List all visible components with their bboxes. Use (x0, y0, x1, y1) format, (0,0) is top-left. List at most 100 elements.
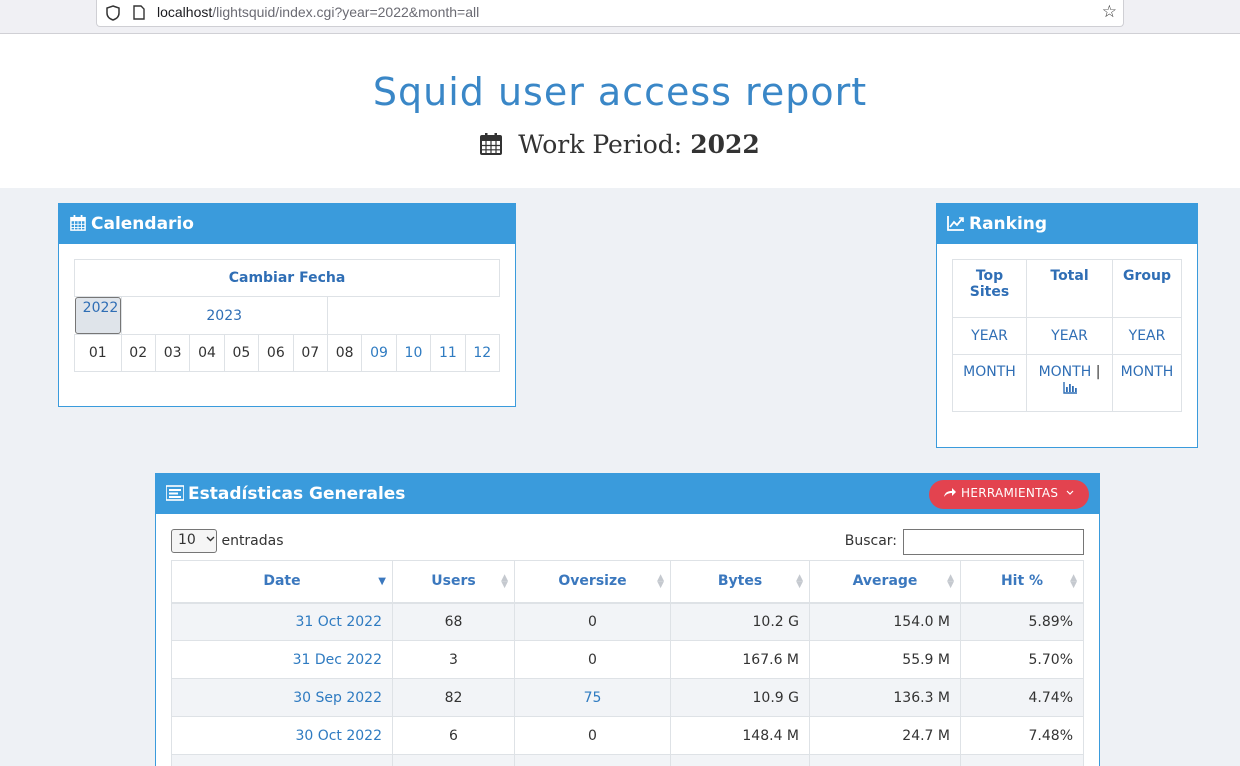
oversize-link[interactable]: 75 (514, 678, 671, 717)
ranking-title: Ranking (969, 214, 1048, 234)
users-cell: 6 (392, 716, 515, 755)
month-11-link[interactable]: 11 (430, 334, 466, 372)
report-header: Squid user access report Work Period: 20… (0, 34, 1240, 188)
month-12-link[interactable]: 12 (464, 334, 501, 372)
top-sites-month-link[interactable]: MONTH (952, 354, 1027, 412)
period-label: Work Period: (518, 130, 683, 159)
total-header: Total (1026, 259, 1113, 318)
calendar-panel-header: Calendario (59, 204, 515, 244)
browser-toolbar: localhost/lightsquid/index.cgi?year=2022… (0, 0, 1240, 34)
month-06: 06 (258, 334, 294, 372)
month-05: 05 (223, 334, 260, 372)
calendar-icon (480, 133, 503, 155)
empty-cell (392, 754, 515, 766)
group-header: Group (1112, 259, 1182, 318)
address-bar[interactable]: localhost/lightsquid/index.cgi?year=2022… (96, 0, 1124, 27)
bytes-cell: 167.6 M (670, 640, 810, 679)
calendar-title: Calendario (91, 214, 194, 234)
month-10-link[interactable]: 10 (395, 334, 432, 372)
page-icon[interactable] (133, 5, 145, 20)
sort-desc-icon: ▼ (378, 576, 386, 587)
col-average-header[interactable]: Average ▲ ▼ (809, 560, 961, 604)
table-row: 31 Dec 2022 3 0 167.6 M 55.9 M 5.70% (171, 640, 1084, 679)
year-2022-link[interactable]: 2022 (74, 297, 121, 334)
col-users-header[interactable]: Users ▲ ▼ (392, 560, 515, 604)
work-period: Work Period: 2022 (0, 130, 1240, 159)
table-row: 30 Oct 2022 6 0 148.4 M 24.7 M 7.48% (171, 716, 1084, 755)
month-03: 03 (154, 334, 191, 372)
search-input[interactable] (903, 529, 1084, 555)
users-cell: 68 (392, 602, 515, 641)
average-cell: 154.0 M (809, 602, 961, 641)
calendar-panel: Calendario Cambiar Fecha 2022 2023 01 02… (58, 203, 516, 407)
line-chart-icon (947, 216, 964, 231)
oversize-cell: 0 (514, 716, 671, 755)
tools-button[interactable]: HERRAMIENTAS (929, 480, 1089, 509)
page-size-select[interactable]: 10 (171, 529, 217, 553)
year-2023-link[interactable]: 2023 (120, 296, 328, 335)
col-bytes-label: Bytes (717, 573, 763, 590)
date-link[interactable]: 31 Dec 2022 (171, 640, 393, 679)
total-year-link[interactable]: YEAR (1026, 317, 1113, 355)
table-row: 31 Oct 2022 68 0 10.2 G 154.0 M 5.89% (171, 602, 1084, 641)
sort-icon: ▲ ▼ (657, 573, 664, 590)
table-row: 30 Sep 2022 82 75 10.9 G 136.3 M 4.74% (171, 678, 1084, 717)
stats-header-row: Date ▼ Users ▲ ▼ Oversize ▲ ▼ Bytes ▲ ▼ Average… (171, 560, 1084, 604)
top-sites-year-link[interactable]: YEAR (952, 317, 1027, 355)
share-arrow-icon (944, 488, 956, 497)
month-08: 08 (326, 334, 363, 372)
date-link[interactable]: 30 Oct 2022 (171, 716, 393, 755)
total-month-link[interactable]: MONTH (1039, 364, 1092, 380)
stats-panel-header: Estadísticas Generales HERRAMIENTAS (156, 474, 1099, 514)
sort-icon: ▲ ▼ (1070, 573, 1077, 590)
table-controls: 10 entradas Buscar: (171, 529, 1084, 555)
tools-label: HERRAMIENTAS (961, 486, 1059, 500)
sort-icon: ▲ ▼ (947, 573, 954, 590)
date-link[interactable]: 31 Oct 2022 (171, 602, 393, 641)
bookmark-star-icon[interactable]: ☆ (1102, 3, 1117, 21)
oversize-cell: 0 (514, 602, 671, 641)
col-hit-label: Hit % (1000, 573, 1044, 590)
col-users-label: Users (431, 573, 476, 590)
top-sites-header-line2: Sites (969, 284, 1010, 300)
col-bytes-header[interactable]: Bytes ▲ ▼ (670, 560, 810, 604)
col-date-header[interactable]: Date ▼ (171, 560, 393, 604)
ranking-panel: Ranking Top Sites Total Group YEAR YEAR Y… (936, 203, 1198, 448)
month-07: 07 (292, 334, 328, 372)
bytes-cell: 10.2 G (670, 602, 810, 641)
col-oversize-label: Oversize (558, 573, 627, 590)
col-hit-header[interactable]: Hit % ▲ ▼ (960, 560, 1084, 604)
calendar-icon (70, 215, 86, 231)
empty-cell (960, 754, 1084, 766)
month-01: 01 (74, 334, 122, 372)
search-label: Buscar: (844, 533, 897, 549)
top-sites-header-line1: Top (975, 268, 1004, 284)
empty-cell (514, 754, 671, 766)
date-link[interactable]: 30 Sep 2022 (171, 678, 393, 717)
change-date-link[interactable]: Cambiar Fecha (74, 259, 500, 297)
total-month-cell: MONTH | (1026, 354, 1113, 412)
page-size-value: 10 (178, 532, 196, 548)
url-text[interactable]: localhost/lightsquid/index.cgi?year=2022… (157, 4, 479, 20)
bar-chart-icon[interactable] (1062, 382, 1077, 394)
col-oversize-header[interactable]: Oversize ▲ ▼ (514, 560, 671, 604)
empty-cell (171, 754, 393, 766)
separator: | (1095, 364, 1101, 380)
table-row (171, 754, 1084, 766)
average-cell: 55.9 M (809, 640, 961, 679)
stats-panel: Estadísticas Generales HERRAMIENTAS 10 e… (155, 473, 1100, 766)
sort-icon: ▲ ▼ (796, 573, 803, 590)
chevron-down-icon (1066, 490, 1074, 495)
average-cell: 136.3 M (809, 678, 961, 717)
users-cell: 82 (392, 678, 515, 717)
group-year-link[interactable]: YEAR (1112, 317, 1182, 355)
month-04: 04 (189, 334, 225, 372)
shield-icon[interactable] (106, 5, 120, 21)
empty-cell (670, 754, 810, 766)
month-09-link[interactable]: 09 (361, 334, 397, 372)
month-02: 02 (120, 334, 156, 372)
url-path: /lightsquid/index.cgi?year=2022&month=al… (212, 4, 480, 20)
top-sites-header: Top Sites (952, 259, 1027, 318)
group-month-link[interactable]: MONTH (1112, 354, 1182, 412)
stats-table: Date ▼ Users ▲ ▼ Oversize ▲ ▼ Bytes ▲ ▼ Average… (171, 560, 1084, 766)
